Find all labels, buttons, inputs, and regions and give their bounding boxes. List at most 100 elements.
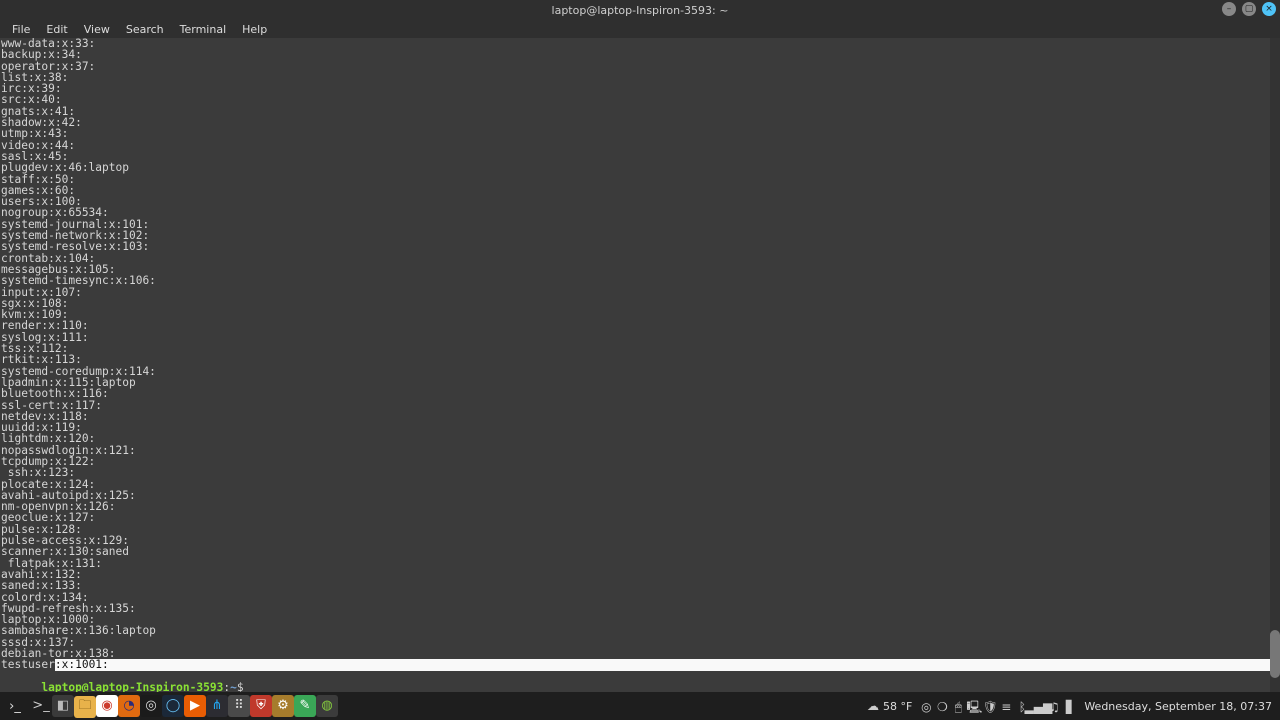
maximize-button[interactable]: ▢ [1242,2,1256,16]
terminal-line: avahi:x:132: [1,569,1280,580]
obs-tray-icon[interactable]: ◎ [918,699,934,715]
steam-tray-icon[interactable]: ❍ [934,699,950,715]
selection-prefix: testuser [1,659,55,670]
terminal-line: debian-tor:x:138: [1,648,1280,659]
firefox-icon[interactable]: ◔ [118,695,140,717]
terminal-line: shadow:x:42: [1,117,1280,128]
menubar: File Edit View Search Terminal Help [0,20,1280,38]
terminal-selection: testuser :x:1001: [1,659,1280,670]
prompt-user: laptop [41,681,81,692]
weather-icon: ☁ [865,698,881,714]
terminal-line: syslog:x:111: [1,332,1280,343]
mouse-tray-icon[interactable]: 🖱 [950,699,966,715]
terminal-line: rtkit:x:113: [1,354,1280,365]
terminal-line: plugdev:x:46:laptop [1,162,1280,173]
audio-tray-icon[interactable]: ♫ [1046,699,1062,715]
menu-search[interactable]: Search [118,23,172,36]
terminal-line: sssd:x:137: [1,637,1280,648]
terminal-line: irc:x:39: [1,83,1280,94]
terminal-line: games:x:60: [1,185,1280,196]
terminal-line: staff:x:50: [1,174,1280,185]
touchpad-tray-icon[interactable]: 🖳 [966,700,982,716]
terminal-line: tcpdump:x:122: [1,456,1280,467]
terminal-line: ssl-cert:x:117: [1,400,1280,411]
terminal-line: plocate:x:124: [1,479,1280,490]
terminal-scroll-thumb[interactable] [1270,630,1280,678]
menu-file[interactable]: File [4,23,38,36]
menu-tray-icon[interactable]: ≡ [998,699,1014,715]
terminal-window: laptop@laptop-Inspiron-3593: ~ – ▢ × Fil… [0,0,1280,692]
terminal-line: netdev:x:118: [1,411,1280,422]
prompt-path: ~ [230,681,237,692]
panel-clock[interactable]: Wednesday, September 18, 07:37 [1084,700,1272,713]
terminal-line: flatpak:x:131: [1,558,1280,569]
selection-suffix: :x:1001: [55,659,1280,670]
terminal-line: pulse-access:x:129: [1,535,1280,546]
terminal-line: nopasswdlogin:x:121: [1,445,1280,456]
prompt-sigil: $ [237,681,244,692]
menu-terminal[interactable]: Terminal [172,23,235,36]
window-controls: – ▢ × [1222,2,1276,16]
terminal-line: kvm:x:109: [1,309,1280,320]
mint-icon[interactable]: ◍ [316,695,338,717]
titlebar[interactable]: laptop@laptop-Inspiron-3593: ~ – ▢ × [0,0,1280,20]
terminal-line: scanner:x:130:saned [1,546,1280,557]
terminal-scrollbar[interactable] [1270,38,1280,692]
terminal-line: list:x:38: [1,72,1280,83]
terminal-line: operator:x:37: [1,61,1280,72]
ublock-icon[interactable]: ⛨ [250,695,272,717]
terminal-line: systemd-journal:x:101: [1,219,1280,230]
terminal-icon[interactable]: ◧ [52,695,74,717]
network-tray-icon[interactable]: ▂▄▆ [1030,699,1046,715]
terminal-line: crontab:x:104: [1,253,1280,264]
vlc-icon[interactable]: ▶ [184,695,206,717]
prompt-host: laptop-Inspiron-3593 [89,681,224,692]
menu-view[interactable]: View [76,23,118,36]
terminal-line: lightdm:x:120: [1,433,1280,444]
weather-widget[interactable]: ☁ 58 °F [865,698,912,714]
terminal-line: sambashare:x:136:laptop [1,625,1280,636]
window-title: laptop@laptop-Inspiron-3593: ~ [552,4,729,17]
terminal-line: backup:x:34: [1,49,1280,60]
terminal-line: sasl:x:45: [1,151,1280,162]
files-icon[interactable]: 🗀 [74,696,96,718]
terminal-line: utmp:x:43: [1,128,1280,139]
chrome-icon[interactable]: ◉ [96,695,118,717]
terminal-line: nogroup:x:65534: [1,207,1280,218]
menu-icon[interactable]: >_ [30,695,52,717]
terminal-line: systemd-coredump:x:114: [1,366,1280,377]
terminal-body[interactable]: www-data:x:33:backup:x:34:operator:x:37:… [0,38,1280,692]
prompt-at: @ [82,681,89,692]
terminal-line: ssh:x:123: [1,467,1280,478]
battery-tray-icon[interactable]: ▋ [1062,699,1078,715]
steam-icon[interactable]: ◯ [162,695,184,717]
vscode-icon[interactable]: ⋔ [206,695,228,717]
minimize-button[interactable]: – [1222,2,1236,16]
menu-edit[interactable]: Edit [38,23,75,36]
panel-tray: ☁ 58 °F ◎❍🖱🖳🛡≡ᛒ▂▄▆♫▋ Wednesday, Septembe… [865,696,1280,717]
terminal-line: systemd-resolve:x:103: [1,241,1280,252]
start-menu-button[interactable]: ›_ [4,695,26,717]
updates-tray-icon[interactable]: 🛡 [982,699,998,715]
terminal-line: colord:x:134: [1,592,1280,603]
terminal-line: uuidd:x:119: [1,422,1280,433]
terminal-line: avahi-autoipd:x:125: [1,490,1280,501]
obs-icon[interactable]: ◎ [140,695,162,717]
terminal-line: users:x:100: [1,196,1280,207]
terminal-line: pulse:x:128: [1,524,1280,535]
close-button[interactable]: × [1262,2,1276,16]
software-icon[interactable]: ⚙ [272,695,294,717]
terminal-line: video:x:44: [1,140,1280,151]
weather-temp: 58 °F [883,700,912,713]
terminal-line: render:x:110: [1,320,1280,331]
terminal-line: input:x:107: [1,287,1280,298]
mpv-icon[interactable]: ⠿ [228,695,250,717]
terminal-line: geoclue:x:127: [1,512,1280,523]
prompt-input[interactable] [244,681,251,692]
menu-help[interactable]: Help [234,23,275,36]
terminal-prompt-line[interactable]: laptop@laptop-Inspiron-3593:~$ [1,671,1280,692]
terminal-line: messagebus:x:105: [1,264,1280,275]
terminal-line: systemd-timesync:x:106: [1,275,1280,286]
text-editor-icon[interactable]: ✎ [294,695,316,717]
terminal-line: lpadmin:x:115:laptop [1,377,1280,388]
